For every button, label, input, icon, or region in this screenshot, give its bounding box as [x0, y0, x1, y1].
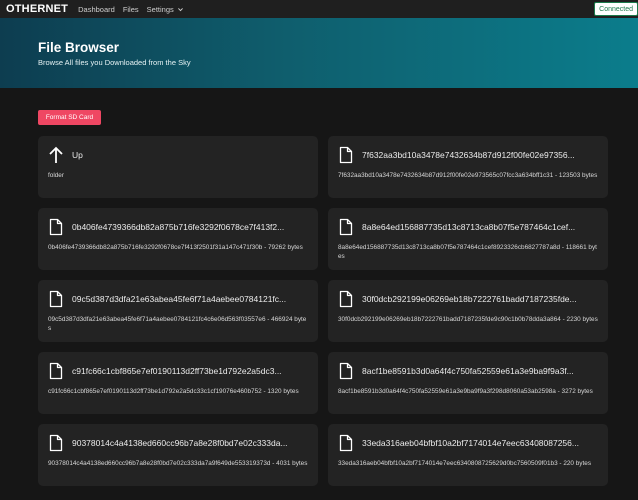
chevron-down-icon	[177, 6, 184, 13]
file-name: c91fc66c1cbf865e7ef0190113d2ff73be1d792e…	[72, 366, 282, 376]
file-icon	[48, 217, 64, 237]
file-detail: 30f0dcb292199e06269eb18b7222761badd71872…	[338, 316, 598, 323]
file-name: 30f0dcb292199e06269eb18b7222761badd71872…	[362, 294, 577, 304]
nav-link-label: Files	[122, 4, 139, 14]
file-card-up[interactable]: Up folder	[38, 136, 318, 198]
file-card[interactable]: 8acf1be8591b3d0a64f4c750fa52559e61a3e9ba…	[328, 352, 608, 414]
file-card[interactable]: 09c5d387d3dfa21e63abea45fe6f71a4aebee078…	[38, 280, 318, 342]
file-icon	[48, 433, 64, 453]
file-card[interactable]: 90378014c4a4138ed660cc96b7a8e28f0bd7e02c…	[38, 424, 318, 486]
brand-logo[interactable]: OTHERNET	[6, 3, 68, 15]
arrow-up-icon	[48, 145, 64, 165]
file-card[interactable]: 8a8e64ed156887735d13c8713ca8b07f5e787464…	[328, 208, 608, 270]
file-name: 09c5d387d3dfa21e63abea45fe6f71a4aebee078…	[72, 294, 287, 304]
file-name: 8a8e64ed156887735d13c8713ca8b07f5e787464…	[362, 222, 576, 232]
file-name: Up	[72, 150, 83, 160]
file-icon	[338, 433, 354, 453]
page-subtitle: Browse All files you Downloaded from the…	[38, 58, 191, 67]
file-name: 90378014c4a4138ed660cc96b7a8e28f0bd7e02c…	[72, 438, 288, 448]
file-icon	[338, 289, 354, 309]
file-card[interactable]: 30f0dcb292199e06269eb18b7222761badd71872…	[328, 280, 608, 342]
nav-link-dashboard[interactable]: Dashboard	[78, 5, 115, 14]
format-sd-card-button[interactable]: Format SD Card	[38, 110, 101, 125]
file-detail: 90378014c4a4138ed660cc96b7a8e28f0bd7e02c…	[48, 460, 308, 467]
file-detail: 09c5d387d3dfa21e63abea45fe6f71a4aebee078…	[48, 316, 307, 332]
file-card[interactable]: 0b406fe4739366db82a875b716fe3292f0678ce7…	[38, 208, 318, 270]
file-card[interactable]: 33eda316aeb04bfbf10a2bf7174014e7eec63408…	[328, 424, 608, 486]
file-detail: 8a8e64ed156887735d13c8713ca8b07f5e787464…	[338, 244, 597, 260]
file-card[interactable]: 7f632aa3bd10a3478e7432634b87d912f00fe02e…	[328, 136, 608, 198]
file-icon	[338, 145, 354, 165]
nav-link-files[interactable]: Files	[123, 5, 139, 14]
file-list: Up folder 7f632aa3bd10a3478e7432634b87d9…	[38, 136, 608, 486]
file-card[interactable]: c91fc66c1cbf865e7ef0190113d2ff73be1d792e…	[38, 352, 318, 414]
page-header: File Browser Browse All files you Downlo…	[0, 18, 638, 88]
file-detail: 8acf1be8591b3d0a64f4c750fa52559e61a3e9ba…	[338, 388, 593, 395]
file-icon	[338, 361, 354, 381]
file-detail: 33eda316aeb04bfbf10a2bf7174014e7eec63408…	[338, 460, 592, 467]
file-detail: 7f632aa3bd10a3478e7432634b87d912f00fe02e…	[338, 172, 598, 179]
nav-dropdown-settings[interactable]: Settings	[147, 5, 184, 14]
file-icon	[48, 361, 64, 381]
file-detail: c91fc66c1cbf865e7ef0190113d2ff73be1d792e…	[48, 388, 299, 395]
file-name: 0b406fe4739366db82a875b716fe3292f0678ce7…	[72, 222, 285, 232]
file-name: 8acf1be8591b3d0a64f4c750fa52559e61a3e9ba…	[362, 366, 574, 376]
file-detail: 0b406fe4739366db82a875b716fe3292f0678ce7…	[48, 244, 303, 251]
page-title: File Browser	[38, 40, 120, 55]
file-icon	[48, 289, 64, 309]
connection-status-badge: Connected	[594, 2, 638, 16]
file-name: 7f632aa3bd10a3478e7432634b87d912f00fe02e…	[362, 150, 575, 160]
nav-link-label: Settings	[146, 4, 174, 14]
file-detail: folder	[48, 172, 64, 179]
file-name: 33eda316aeb04bfbf10a2bf7174014e7eec63408…	[362, 438, 579, 448]
nav-link-label: Dashboard	[78, 4, 115, 14]
file-icon	[338, 217, 354, 237]
top-navbar: OTHERNET Dashboard Files Settings Connec…	[0, 0, 638, 18]
